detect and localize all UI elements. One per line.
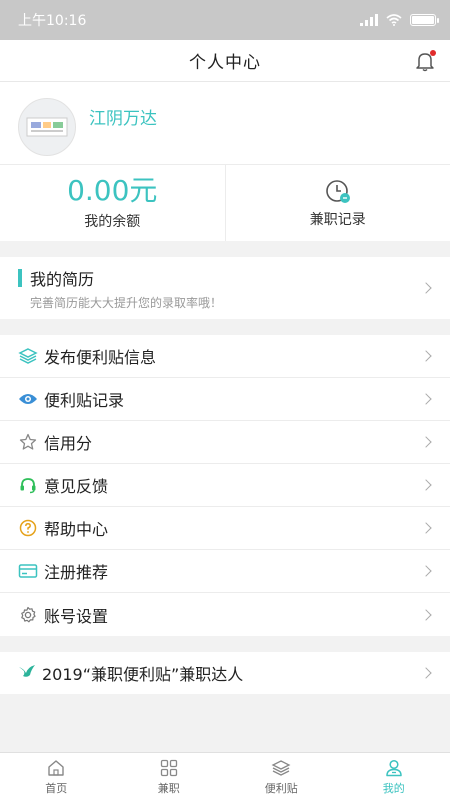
question-icon bbox=[18, 518, 38, 538]
eye-icon bbox=[18, 389, 38, 409]
job-records-stat[interactable]: 兼职记录 bbox=[224, 165, 450, 241]
tab-home[interactable]: 首页 bbox=[0, 753, 113, 800]
accent-bar bbox=[18, 269, 22, 287]
promo-label: 2019“兼职便利贴”兼职达人 bbox=[42, 665, 244, 684]
tab-label: 首页 bbox=[45, 781, 68, 795]
notification-dot bbox=[430, 50, 436, 56]
resume-subtitle: 完善简历能大大提升您的录取率哦！ bbox=[30, 295, 223, 310]
header: 个人中心 bbox=[0, 40, 450, 82]
menu-item-referral[interactable]: 注册推荐 bbox=[0, 550, 450, 593]
menu-item-credit-score[interactable]: 信用分 bbox=[0, 421, 450, 464]
profile-card[interactable]: 江阴万达 bbox=[0, 82, 450, 165]
user-icon bbox=[386, 759, 402, 776]
resume-row[interactable]: 我的简历 完善简历能大大提升您的录取率哦！ bbox=[0, 257, 450, 319]
chevron-right-icon bbox=[420, 350, 432, 362]
status-bar: 上午10:16 bbox=[0, 0, 450, 40]
resume-title: 我的简历 bbox=[30, 269, 95, 289]
chevron-right-icon bbox=[420, 282, 432, 294]
avatar-image bbox=[26, 117, 68, 137]
star-icon bbox=[18, 432, 38, 452]
username: 江阴万达 bbox=[89, 109, 157, 129]
gear-icon bbox=[18, 605, 38, 625]
promo-row[interactable]: 2019“兼职便利贴”兼职达人 bbox=[0, 652, 450, 694]
layers-icon bbox=[271, 759, 291, 776]
notification-bell-button[interactable] bbox=[414, 50, 436, 72]
balance-value: 0.00元 bbox=[67, 174, 158, 207]
chevron-right-icon bbox=[420, 522, 432, 534]
balance-stat[interactable]: 0.00元 我的余额 bbox=[0, 165, 225, 241]
bottom-tab-bar: 首页 兼职 便利贴 我的 bbox=[0, 752, 450, 800]
headset-icon bbox=[18, 475, 38, 495]
menu-item-feedback[interactable]: 意见反馈 bbox=[0, 464, 450, 507]
battery-icon bbox=[410, 14, 439, 26]
tab-sticky-notes[interactable]: 便利贴 bbox=[225, 753, 338, 800]
card-icon bbox=[18, 561, 38, 581]
chevron-right-icon bbox=[420, 667, 432, 679]
job-records-label: 兼职记录 bbox=[309, 212, 366, 228]
menu-item-help-center[interactable]: 帮助中心 bbox=[0, 507, 450, 550]
chevron-right-icon bbox=[420, 436, 432, 448]
tab-label: 便利贴 bbox=[264, 781, 298, 795]
menu-item-publish[interactable]: 发布便利贴信息 bbox=[0, 335, 450, 378]
tab-label: 兼职 bbox=[157, 781, 180, 795]
bird-icon bbox=[18, 663, 36, 683]
layers-icon bbox=[18, 346, 38, 366]
stats-row: 0.00元 我的余额 兼职记录 bbox=[0, 165, 450, 241]
status-time: 上午10:16 bbox=[18, 13, 87, 29]
menu-item-account-settings[interactable]: 账号设置 bbox=[0, 593, 450, 636]
avatar[interactable] bbox=[18, 98, 76, 156]
chevron-right-icon bbox=[420, 479, 432, 491]
signal-icon bbox=[360, 14, 378, 26]
grid-icon bbox=[160, 759, 177, 776]
menu-list: 发布便利贴信息 便利贴记录 信用分 意见反馈 帮助中心 注册推荐 账号设置 bbox=[0, 335, 450, 636]
tab-label: 我的 bbox=[382, 781, 405, 795]
home-icon bbox=[48, 759, 64, 776]
page-title: 个人中心 bbox=[189, 53, 261, 73]
chevron-right-icon bbox=[420, 565, 432, 577]
tab-mine[interactable]: 我的 bbox=[338, 753, 450, 800]
wifi-icon bbox=[386, 14, 402, 26]
menu-item-note-records[interactable]: 便利贴记录 bbox=[0, 378, 450, 421]
chevron-right-icon bbox=[420, 608, 432, 621]
tab-jobs[interactable]: 兼职 bbox=[113, 753, 226, 800]
clock-icon bbox=[324, 177, 352, 205]
chevron-right-icon bbox=[420, 393, 432, 405]
balance-label: 我的余额 bbox=[84, 214, 141, 230]
